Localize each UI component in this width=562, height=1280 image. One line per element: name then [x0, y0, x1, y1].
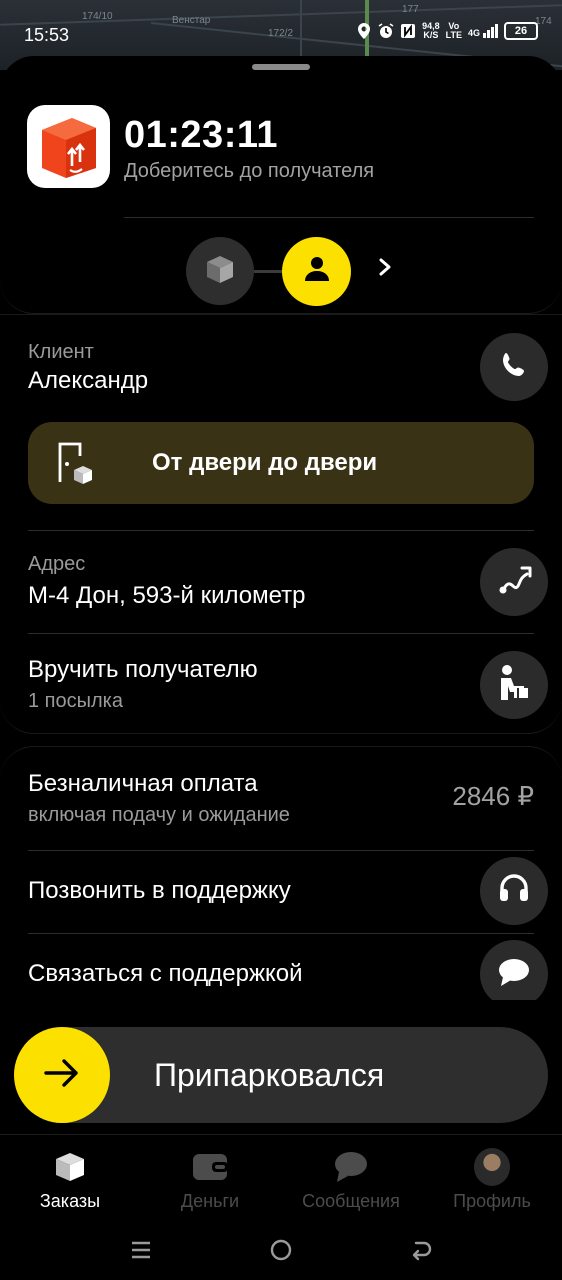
profile-avatar — [474, 1148, 510, 1186]
payment-title: Безналичная оплата — [28, 770, 258, 797]
yandex-delivery-logo — [27, 105, 110, 188]
door-box-icon — [56, 440, 94, 486]
call-client-button[interactable] — [480, 333, 548, 401]
chat-support-button[interactable] — [480, 940, 548, 1006]
client-name: Александр — [28, 367, 149, 394]
handover-count: 1 посылка — [28, 690, 123, 712]
delivery-status-text: Доберитесь до получателя — [124, 160, 375, 182]
client-label: Клиент — [28, 341, 94, 363]
back-icon[interactable] — [407, 1236, 435, 1264]
route-button[interactable] — [480, 548, 548, 616]
handover-parcel-icon — [497, 664, 531, 707]
parked-slider-handle[interactable] — [14, 1027, 110, 1123]
box-icon — [203, 252, 237, 291]
system-navigation-bar — [0, 1222, 562, 1280]
handover-title: Вручить получателю — [28, 656, 258, 683]
location-icon — [356, 23, 372, 39]
route-icon — [496, 564, 532, 601]
call-support-button[interactable] — [480, 857, 548, 925]
phone-icon — [498, 349, 530, 386]
order-price: 2846 ₽ — [452, 781, 534, 811]
menu-icon[interactable] — [127, 1236, 155, 1264]
divider — [28, 933, 534, 934]
address-label: Адрес — [28, 553, 86, 575]
user-icon — [302, 254, 332, 289]
address-value: М-4 Дон, 593-й километр — [28, 582, 306, 609]
nav-messages-label: Сообщения — [302, 1191, 400, 1211]
wallet-icon — [192, 1149, 228, 1185]
call-support-label: Позвонить в поддержку — [28, 877, 291, 904]
step-connector — [254, 270, 284, 273]
chat-bubble-icon — [497, 956, 531, 993]
arrow-right-icon — [42, 1056, 82, 1095]
door-to-door-banner[interactable]: От двери до двери — [28, 422, 534, 504]
home-icon[interactable] — [267, 1236, 295, 1264]
order-header-sheet: 01:23:11 Доберитесь до получателя — [0, 56, 562, 314]
map-label: 174/10 — [82, 11, 113, 22]
door-to-door-label: От двери до двери — [152, 449, 378, 476]
signal-icon: 4G — [468, 24, 498, 38]
battery-icon: 26 — [504, 22, 538, 40]
speed-unit: K/S — [423, 30, 439, 40]
battery-level: 26 — [514, 25, 528, 37]
map-label: 177 — [402, 4, 419, 15]
drag-handle[interactable] — [252, 64, 310, 70]
network-type: 4G — [467, 28, 480, 38]
chat-support-label: Связаться с поддержкой — [28, 960, 303, 987]
avatar — [474, 1148, 510, 1186]
alarm-icon — [378, 23, 394, 39]
step-recipient[interactable] — [282, 237, 351, 306]
headset-icon — [496, 871, 532, 912]
chevron-right-icon[interactable] — [372, 254, 398, 280]
step-pickup[interactable] — [186, 237, 254, 305]
divider — [28, 530, 534, 531]
nav-orders-label: Заказы — [39, 1191, 101, 1211]
messages-icon — [333, 1149, 369, 1185]
nav-messages[interactable]: Сообщения — [281, 1149, 421, 1212]
status-time: 15:53 — [24, 25, 70, 45]
volte-badge: Vo LTE — [446, 22, 462, 40]
nfc-icon — [400, 23, 416, 39]
nav-money-label: Деньги — [180, 1191, 240, 1211]
volte-bottom: LTE — [445, 30, 462, 40]
divider — [28, 850, 534, 851]
orders-icon — [52, 1149, 88, 1185]
divider — [124, 217, 534, 218]
network-speed: 94,8 K/S — [422, 22, 440, 40]
parked-label: Припарковался — [154, 1057, 385, 1093]
divider — [28, 633, 534, 634]
nav-orders[interactable]: Заказы — [0, 1149, 140, 1212]
parked-slider-button[interactable]: Припарковался — [14, 1027, 548, 1123]
status-icons: 94,8 K/S Vo LTE 4G 26 — [356, 22, 538, 40]
delivery-timer: 01:23:11 — [124, 114, 279, 156]
nav-profile-label: Профиль — [453, 1191, 531, 1211]
payment-card: Безналичная оплата включая подачу и ожид… — [0, 746, 562, 1006]
map-label: Венстар — [172, 15, 211, 26]
bottom-navigation: Заказы Деньги Сообщения Профиль — [0, 1134, 562, 1222]
nav-money[interactable]: Деньги — [140, 1149, 280, 1212]
map-label: 172/2 — [268, 28, 294, 39]
handover-button[interactable] — [480, 651, 548, 719]
nav-profile[interactable]: Профиль — [422, 1148, 562, 1212]
park-action-area: Припарковался — [0, 1000, 562, 1134]
client-card: Клиент Александр От двери до двери Адрес… — [0, 314, 562, 734]
payment-subtitle: включая подачу и ожидание — [28, 804, 290, 826]
